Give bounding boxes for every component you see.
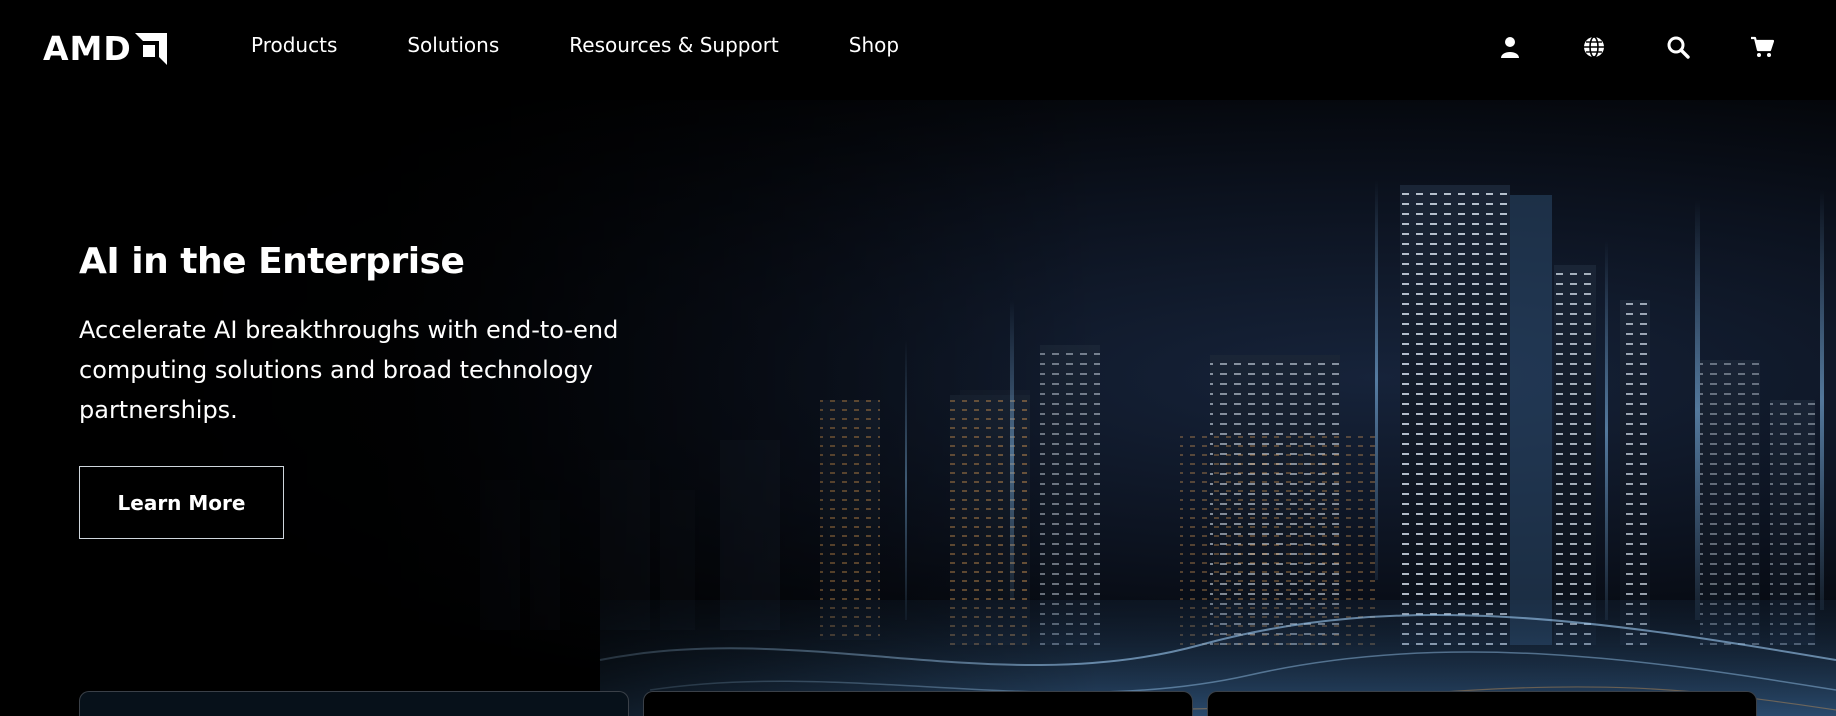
search-button[interactable] bbox=[1664, 33, 1692, 61]
main-nav: Products Solutions Resources & Support S… bbox=[251, 30, 899, 60]
nav-solutions[interactable]: Solutions bbox=[407, 30, 499, 60]
nav-products[interactable]: Products bbox=[251, 30, 337, 60]
nav-shop[interactable]: Shop bbox=[849, 30, 899, 60]
amd-logo[interactable]: AMD bbox=[43, 30, 183, 68]
language-button[interactable] bbox=[1580, 33, 1608, 61]
feature-cards bbox=[79, 691, 1757, 716]
amd-arrow-logo-mark bbox=[134, 33, 167, 65]
site-header: AMD Products Solutions Resources & Suppo… bbox=[0, 0, 1836, 100]
feature-card[interactable] bbox=[643, 691, 1193, 716]
utility-nav bbox=[1496, 33, 1776, 61]
cart-icon bbox=[1751, 36, 1774, 57]
logo-text: AMD bbox=[43, 29, 132, 68]
feature-card[interactable] bbox=[79, 691, 629, 716]
feature-card[interactable] bbox=[1207, 691, 1757, 716]
search-icon bbox=[1667, 36, 1690, 59]
learn-more-button[interactable]: Learn More bbox=[79, 466, 284, 539]
account-button[interactable] bbox=[1496, 33, 1524, 61]
hero-title: AI in the Enterprise bbox=[79, 241, 465, 282]
globe-icon bbox=[1584, 36, 1604, 58]
hero-description: Accelerate AI breakthroughs with end-to-… bbox=[79, 316, 619, 424]
hero-content: AI in the Enterprise Accelerate AI break… bbox=[79, 240, 699, 539]
hero-banner: AI in the Enterprise Accelerate AI break… bbox=[0, 100, 1836, 716]
nav-resources-support[interactable]: Resources & Support bbox=[569, 30, 779, 60]
cart-button[interactable] bbox=[1748, 33, 1776, 61]
user-icon bbox=[1501, 37, 1519, 58]
